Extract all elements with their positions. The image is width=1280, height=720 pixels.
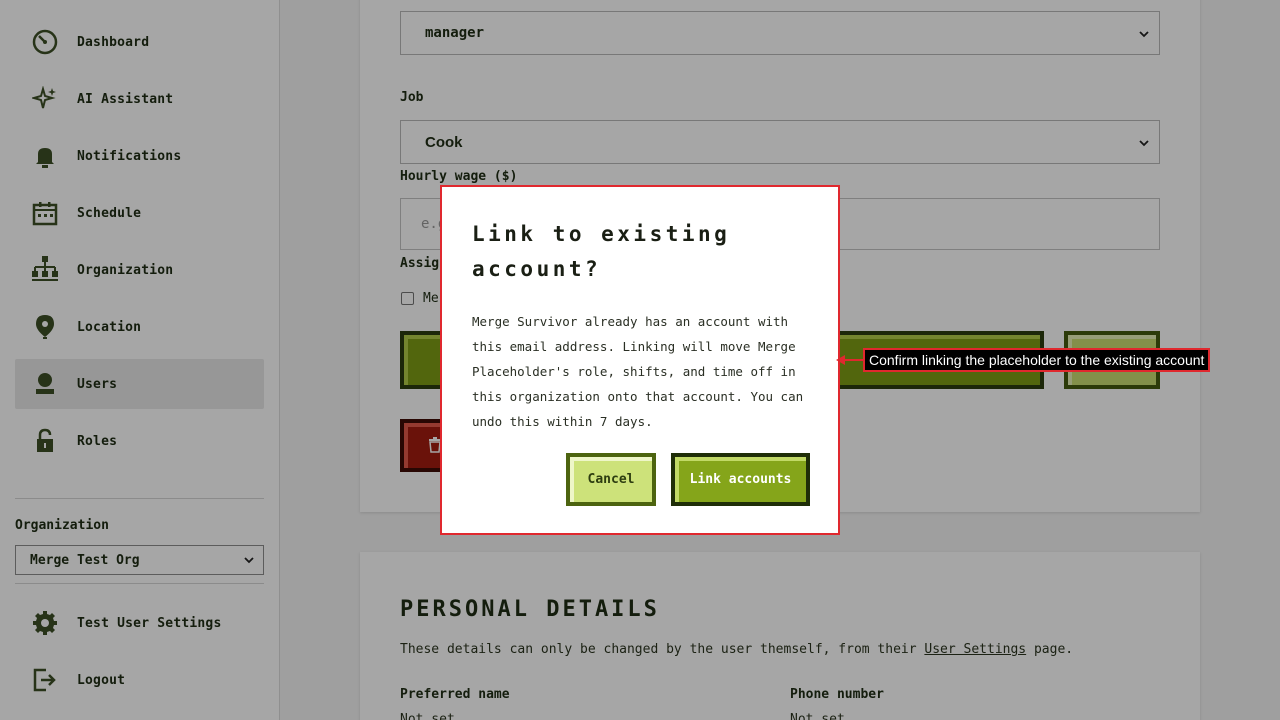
cancel-button[interactable]: Cancel xyxy=(566,453,656,506)
link-account-dialog: Link to existing account? Merge Survivor… xyxy=(440,185,840,535)
dialog-body: Merge Survivor already has an account wi… xyxy=(472,314,804,429)
annotation-label: Confirm linking the placeholder to the e… xyxy=(863,348,1211,372)
dialog-title: Link to existing account? xyxy=(472,222,731,281)
link-accounts-button[interactable]: Link accounts xyxy=(671,453,810,506)
annotation-arrow-icon xyxy=(836,355,864,365)
